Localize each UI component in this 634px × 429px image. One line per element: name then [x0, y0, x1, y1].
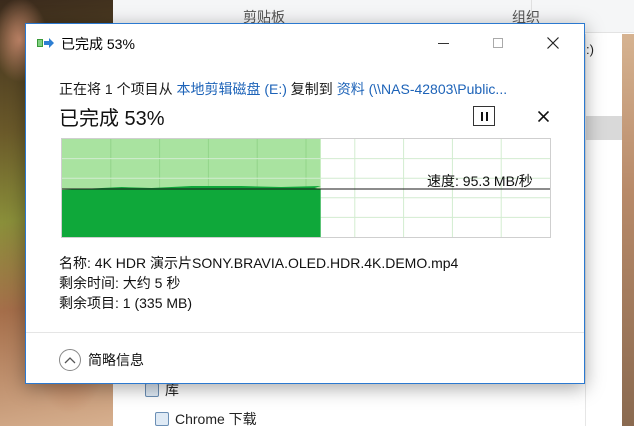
maximize-button[interactable] [478, 28, 518, 58]
close-icon [547, 37, 559, 49]
fewer-details-label: 简略信息 [88, 352, 144, 368]
folder-icon [155, 412, 169, 426]
copy-progress-dialog: 已完成 53% 正在将 1 个项目从 本地剪辑磁盘 (E:) 复制到 资料 (\… [25, 23, 585, 384]
cancel-button[interactable] [532, 105, 554, 127]
minimize-button[interactable] [423, 28, 463, 58]
desktop-wallpaper-edge [622, 34, 634, 426]
pause-button[interactable] [473, 106, 495, 126]
chevron-up-icon [59, 349, 81, 371]
minimize-icon [437, 42, 449, 44]
title-bar[interactable]: 已完成 53% [26, 24, 584, 62]
library-icon [145, 383, 159, 397]
speed-label: 速度: 95.3 MB/秒 [427, 173, 533, 189]
nav-item-chrome-downloads[interactable]: Chrome 下载 [155, 409, 257, 429]
items-remaining-label: 剩余项目: 1 (335 MB) [59, 295, 193, 311]
dialog-divider [26, 332, 584, 333]
pause-icon-bar [485, 111, 488, 121]
window-title: 已完成 53% [61, 36, 135, 52]
status-prefix: 正在将 1 个项目从 [59, 81, 177, 97]
copy-status-line: 正在将 1 个项目从 本地剪辑磁盘 (E:) 复制到 资料 (\\NAS-428… [59, 79, 507, 99]
explorer-partial-text: :) [586, 42, 594, 57]
source-link[interactable]: 本地剪辑磁盘 (E:) [176, 81, 286, 97]
progress-heading: 已完成 53% [59, 108, 165, 130]
nav-item-label: Chrome 下载 [175, 411, 257, 427]
time-remaining-label: 剩余时间: 大约 5 秒 [59, 275, 181, 291]
destination-link[interactable]: 资料 (\\NAS-42803\Public... [337, 81, 507, 97]
file-name-label: 名称: 4K HDR 演示片SONY.BRAVIA.OLED.HDR.4K.DE… [59, 255, 459, 271]
status-middle: 复制到 [286, 81, 337, 97]
copy-icon [37, 38, 54, 48]
cancel-icon [537, 110, 549, 122]
maximize-icon [493, 38, 503, 48]
fewer-details-button[interactable]: 简略信息 [59, 348, 144, 372]
pause-icon [480, 111, 483, 121]
speed-area [62, 186, 321, 237]
close-button[interactable] [533, 28, 573, 58]
